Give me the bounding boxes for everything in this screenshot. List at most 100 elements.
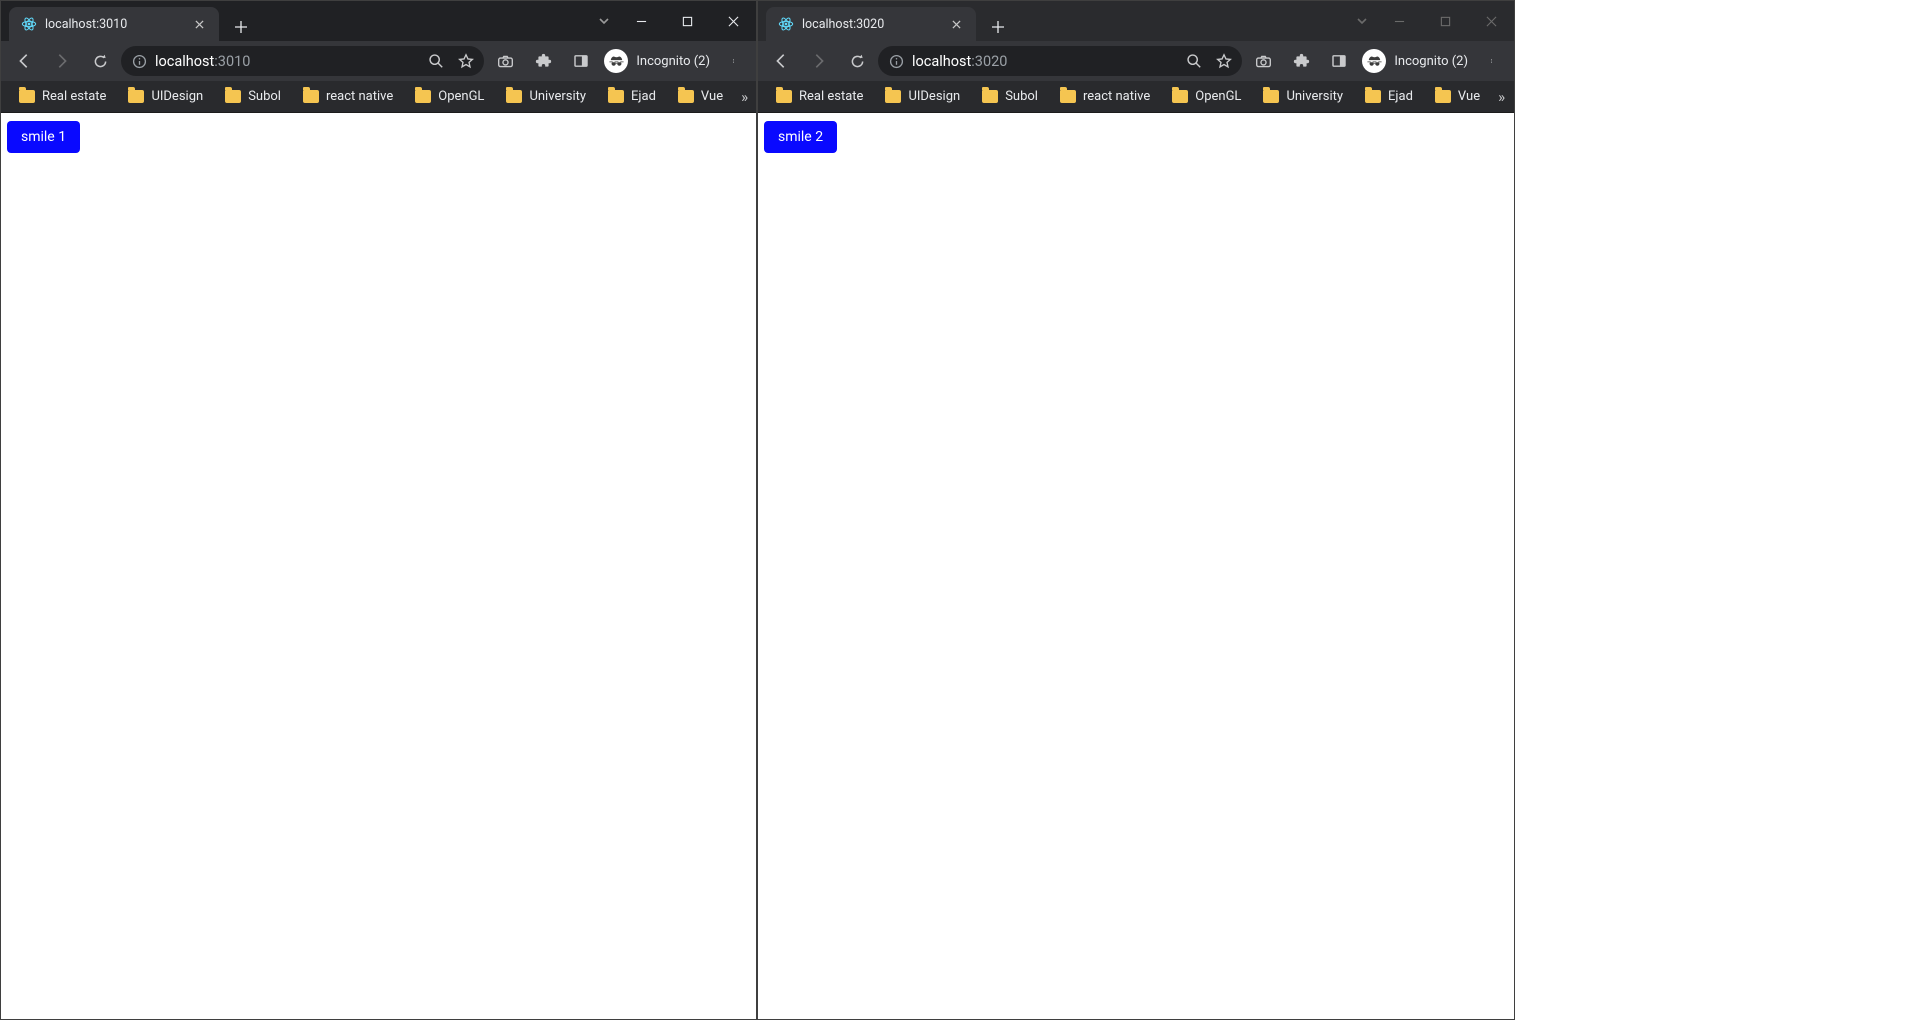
tab-close-button[interactable] <box>948 16 964 32</box>
url-port: :3020 <box>971 53 1007 70</box>
bookmark-label: Subol <box>248 89 281 104</box>
window-controls <box>590 1 756 41</box>
folder-icon <box>776 90 792 103</box>
extensions-icon[interactable] <box>1284 44 1318 78</box>
page-content: smile 1 <box>1 113 756 1019</box>
reload-button[interactable] <box>83 44 117 78</box>
folder-icon <box>608 90 624 103</box>
back-button[interactable] <box>7 44 41 78</box>
tab-title: localhost:3010 <box>45 17 183 32</box>
address-bar[interactable]: localhost:3020 <box>878 46 1242 76</box>
forward-button[interactable] <box>45 44 79 78</box>
window-minimize-button[interactable] <box>618 5 664 37</box>
bookmark-folder[interactable]: UIDesign <box>118 85 213 108</box>
forward-button[interactable] <box>802 44 836 78</box>
zoom-icon[interactable] <box>1186 53 1202 69</box>
window-minimize-button[interactable] <box>1376 5 1422 37</box>
browser-tab[interactable]: localhost:3010 <box>9 7 219 41</box>
bookmark-bar: Real estate UIDesign Subol react native … <box>758 81 1514 113</box>
bookmark-folder[interactable]: University <box>496 85 596 108</box>
smile-button[interactable]: smile 1 <box>7 121 80 153</box>
site-info-icon[interactable] <box>131 53 147 69</box>
bookmark-folder[interactable]: Real estate <box>9 85 116 108</box>
folder-icon <box>506 90 522 103</box>
side-panel-icon[interactable] <box>564 44 598 78</box>
url-port: :3010 <box>214 53 250 70</box>
incognito-indicator[interactable]: Incognito (2) <box>602 49 716 73</box>
url-text: localhost:3010 <box>155 53 420 70</box>
bookmark-label: Real estate <box>42 89 106 104</box>
tab-close-button[interactable] <box>191 16 207 32</box>
bookmark-label: OpenGL <box>1195 89 1241 104</box>
new-tab-button[interactable] <box>227 13 255 41</box>
browser-toolbar: localhost:3010 Incognito (2) <box>1 41 756 81</box>
incognito-label: Incognito (2) <box>636 54 710 69</box>
bookmark-label: UIDesign <box>908 89 960 104</box>
browser-menu-button[interactable] <box>1478 44 1508 78</box>
bookmark-folder[interactable]: react native <box>1050 85 1160 108</box>
tab-title: localhost:3020 <box>802 17 940 32</box>
incognito-indicator[interactable]: Incognito (2) <box>1360 49 1474 73</box>
bookmark-folder[interactable]: Vue <box>668 85 733 108</box>
bookmark-overflow-button[interactable]: » <box>1492 88 1512 106</box>
site-info-icon[interactable] <box>888 53 904 69</box>
new-tab-button[interactable] <box>984 13 1012 41</box>
browser-window-left: localhost:3010 <box>0 0 757 1020</box>
bookmark-folder[interactable]: Ejad <box>598 85 666 108</box>
react-favicon-icon <box>778 16 794 32</box>
bookmark-folder[interactable]: UIDesign <box>875 85 970 108</box>
folder-icon <box>415 90 431 103</box>
tab-search-chevron-icon[interactable] <box>1348 15 1376 27</box>
bookmark-folder[interactable]: OpenGL <box>1162 85 1251 108</box>
reload-button[interactable] <box>840 44 874 78</box>
window-close-button[interactable] <box>710 5 756 37</box>
bookmark-label: Ejad <box>1388 89 1413 104</box>
bookmark-folder[interactable]: University <box>1253 85 1353 108</box>
page-content: smile 2 <box>758 113 1514 1019</box>
browser-tab[interactable]: localhost:3020 <box>766 7 976 41</box>
window-controls <box>1348 1 1514 41</box>
smile-button[interactable]: smile 2 <box>764 121 837 153</box>
react-favicon-icon <box>21 16 37 32</box>
address-bar[interactable]: localhost:3010 <box>121 46 484 76</box>
bookmark-folder[interactable]: react native <box>293 85 403 108</box>
bookmark-star-icon[interactable] <box>458 53 474 69</box>
window-close-button[interactable] <box>1468 5 1514 37</box>
folder-icon <box>678 90 694 103</box>
back-button[interactable] <box>764 44 798 78</box>
folder-icon <box>982 90 998 103</box>
bookmark-label: OpenGL <box>438 89 484 104</box>
bookmark-folder[interactable]: Ejad <box>1355 85 1423 108</box>
bookmark-label: University <box>529 89 586 104</box>
omnibox-actions <box>1186 53 1232 69</box>
bookmark-folder[interactable]: Subol <box>972 85 1048 108</box>
bookmark-label: Subol <box>1005 89 1038 104</box>
bookmark-folder[interactable]: Real estate <box>766 85 873 108</box>
bookmark-label: Vue <box>701 89 723 104</box>
window-maximize-button[interactable] <box>1422 5 1468 37</box>
browser-menu-button[interactable] <box>720 44 750 78</box>
camera-icon[interactable] <box>1246 44 1280 78</box>
tab-strip: localhost:3010 <box>1 1 756 41</box>
folder-icon <box>1263 90 1279 103</box>
omnibox-actions <box>428 53 474 69</box>
zoom-icon[interactable] <box>428 53 444 69</box>
bookmark-folder[interactable]: Subol <box>215 85 291 108</box>
bookmark-folder[interactable]: OpenGL <box>405 85 494 108</box>
extensions-icon[interactable] <box>526 44 560 78</box>
window-maximize-button[interactable] <box>664 5 710 37</box>
url-text: localhost:3020 <box>912 53 1178 70</box>
folder-icon <box>1435 90 1451 103</box>
bookmark-folder[interactable]: Vue <box>1425 85 1490 108</box>
bookmark-label: react native <box>1083 89 1150 104</box>
bookmark-label: Real estate <box>799 89 863 104</box>
camera-icon[interactable] <box>488 44 522 78</box>
folder-icon <box>1060 90 1076 103</box>
url-host: localhost <box>155 53 214 70</box>
bookmark-bar: Real estate UIDesign Subol react native … <box>1 81 756 113</box>
incognito-icon <box>604 49 628 73</box>
bookmark-star-icon[interactable] <box>1216 53 1232 69</box>
tab-search-chevron-icon[interactable] <box>590 15 618 27</box>
side-panel-icon[interactable] <box>1322 44 1356 78</box>
bookmark-overflow-button[interactable]: » <box>735 88 755 106</box>
